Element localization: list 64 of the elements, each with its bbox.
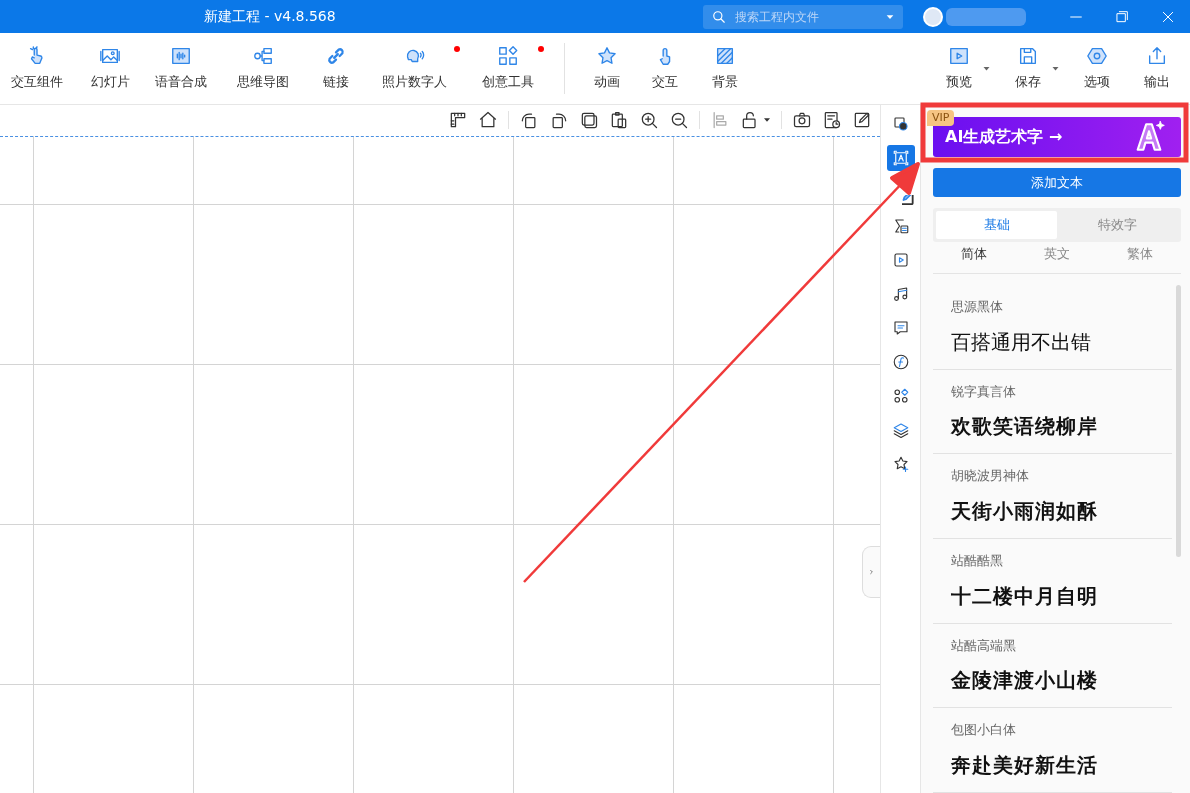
avatar[interactable] [922,6,943,27]
font-name: 思源黑体 [951,298,1004,316]
toolbar-button[interactable]: 交互 [635,33,695,104]
formula-circle-icon [891,353,910,371]
font-sample: 天街小雨润如酥 [951,497,1099,525]
font-sample: 十二楼中月自明 [951,582,1099,610]
toolbar-button[interactable]: 输出 [1134,45,1180,92]
font-item[interactable]: 站酷高端黑 金陵津渡小山楼 [933,623,1172,709]
text-frame-icon [891,149,910,167]
caret-icon[interactable] [982,64,991,73]
search-icon [712,9,726,24]
font-sample: 欢歌笑语绕柳岸 [951,413,1099,441]
caret-icon[interactable] [1051,64,1060,73]
tab[interactable]: 简体 [933,242,1016,273]
font-item[interactable]: 思源黑体 百搭通用不出错 [933,285,1172,370]
window-title: 新建工程 - v4.8.568 [204,7,337,26]
grid-shapes-icon [497,45,519,68]
add-text-button[interactable]: 添加文本 [933,168,1181,197]
tab[interactable]: 基础 [936,211,1057,239]
vip-badge: VIP [927,110,955,126]
toolbar-button[interactable]: 保存 [1005,45,1051,92]
chat-icon [891,319,910,337]
expand-handle[interactable] [862,546,880,598]
font-name: 锐字真言体 [951,382,1017,401]
toolbar-button[interactable]: 链接 [310,33,362,104]
sidebar-tab[interactable] [901,195,915,205]
chevron-right-icon [869,567,874,577]
shapes-icon [891,115,910,133]
toolbar-button[interactable]: 选项 [1074,45,1120,92]
maximize-icon[interactable] [1114,8,1130,25]
font-sample: 百搭通用不出错 [951,328,1092,356]
font-item[interactable]: 站酷酷黑 十二楼中月自明 [933,539,1172,624]
toolbar-button[interactable]: 创意工具 [466,33,550,104]
star-plus-icon [891,455,910,473]
toolbar-button[interactable]: 语音合成 [146,33,216,104]
font-name: 包图小白体 [951,721,1017,740]
scrollbar[interactable] [1176,285,1181,557]
apps-icon [891,387,910,405]
font-name: 站酷酷黑 [951,552,1004,570]
tab[interactable]: 繁体 [1098,242,1181,273]
music-note-icon [891,285,910,303]
font-item[interactable]: 胡晓波男神体 天街小雨润如酥 [933,454,1172,539]
font-sample: 奔赴美好新生活 [951,751,1099,779]
caret-icon[interactable] [763,116,771,124]
history-icon[interactable] [822,110,842,130]
home-icon[interactable] [477,110,498,130]
banner-text: AI生成艺术字 → [945,126,1063,148]
camera-icon[interactable] [792,110,812,130]
toolbar-button[interactable]: 动画 [579,33,635,104]
toolbar-button[interactable]: 交互组件 [0,33,74,104]
font-item[interactable]: 锐字真言体 欢歌笑语绕柳岸 [933,369,1172,455]
tab[interactable]: 英文 [1015,242,1099,273]
font-name: 胡晓波男神体 [951,467,1030,486]
toolbar-button[interactable]: 背景 [695,33,755,104]
font-name: 站酷高端黑 [951,636,1017,655]
layers-icon [891,421,910,439]
video-icon [891,251,910,269]
toolbar-button[interactable]: 预览 [936,45,982,92]
toolbar-button[interactable]: 思维导图 [216,33,310,104]
edit-icon[interactable] [852,110,872,130]
toolbar-button[interactable]: 照片数字人 [362,33,466,104]
font-item[interactable]: 包图小白体 奔赴美好新生活 [933,708,1172,793]
font-sample: 金陵津渡小山楼 [951,667,1099,695]
toolbar-button[interactable]: 幻灯片 [74,33,146,104]
